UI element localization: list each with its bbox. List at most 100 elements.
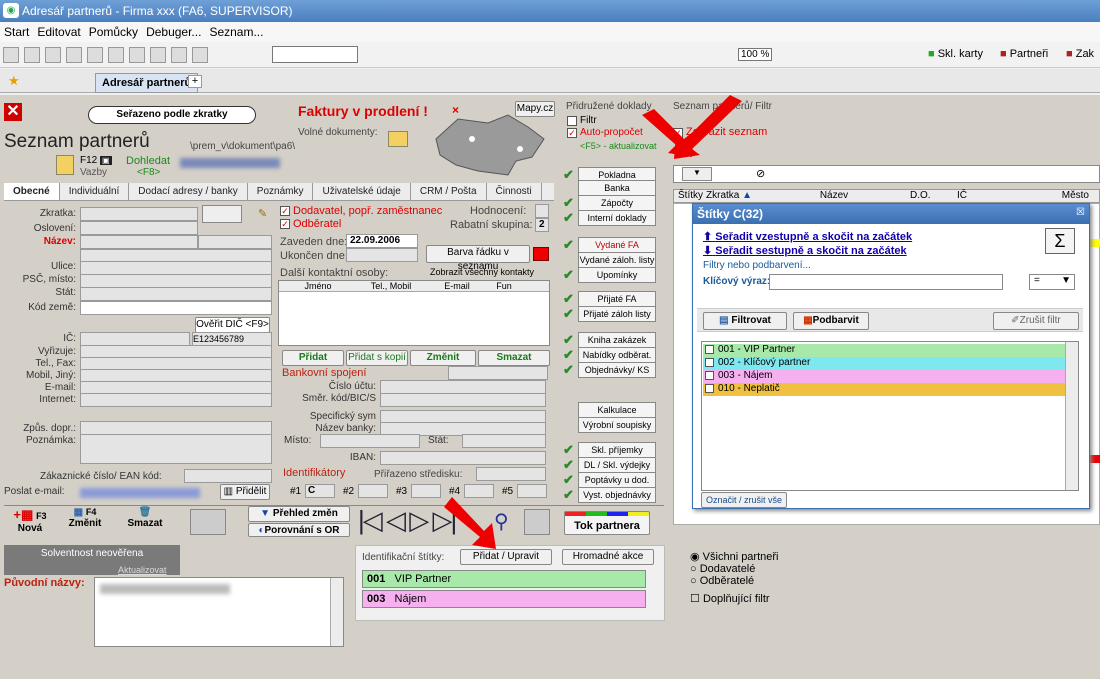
psc-field[interactable]	[80, 274, 272, 288]
customer-checkbox[interactable]: ✓	[280, 219, 290, 229]
bank-state-field[interactable]	[462, 434, 546, 448]
cancel-filter-button[interactable]: ✐Zrušit filtr	[993, 312, 1079, 330]
tag-checkbox[interactable]	[705, 358, 714, 367]
assigned-tag-001[interactable]: 001 VIP Partner	[362, 570, 646, 588]
tab-poznamky[interactable]: Poznámky	[248, 183, 314, 200]
keyword-input[interactable]	[769, 274, 1003, 290]
mark-all-button[interactable]: Označit / zrušit vše	[701, 492, 787, 508]
favorite-star-icon[interactable]: ★	[8, 73, 20, 89]
kod-zeme-select[interactable]	[80, 301, 272, 315]
discount-field[interactable]: 2	[535, 218, 549, 232]
operator-select[interactable]: = ▼	[1029, 274, 1075, 290]
side-button-6[interactable]: Upomínky	[578, 267, 656, 283]
id1-field[interactable]: C	[305, 484, 335, 498]
col-mesto[interactable]: Město	[990, 190, 1099, 202]
link-skl-karty[interactable]: ■ Skl. karty	[928, 48, 983, 60]
verify-dic-button[interactable]: Ověřit DIČ <F9>	[195, 317, 270, 333]
contacts-table[interactable]: Jméno Tel., Mobil E-mail Fun	[278, 280, 550, 346]
tab-cinnosti[interactable]: Činnosti	[487, 183, 542, 200]
bank-code-field[interactable]	[380, 393, 546, 407]
nazev-field-2[interactable]	[198, 235, 272, 249]
radio-customers[interactable]: ○ Odběratelé	[690, 575, 779, 587]
contact-add-copy-button[interactable]: Přidat s kopií	[346, 350, 408, 366]
side-button-7[interactable]: Přijaté FA	[578, 291, 656, 307]
show-list-checkbox[interactable]: ✓	[673, 128, 683, 138]
compare-or-button[interactable]: ◐Porovnání s OR	[248, 523, 350, 537]
ended-field[interactable]	[346, 248, 418, 262]
dic-field[interactable]: E123456789	[192, 332, 272, 346]
zoom-field[interactable]: 100 %	[738, 48, 773, 61]
toolbar-combo[interactable]	[272, 46, 358, 63]
row-color-button[interactable]: Barva řádku v seznamu	[426, 245, 530, 272]
col-zkratka[interactable]: Zkratka ▲	[700, 190, 758, 202]
side-button-12[interactable]: Kalkulace	[578, 402, 656, 418]
side-button-10[interactable]: Nabídky odběrat.	[578, 347, 656, 363]
col-o[interactable]: O.	[920, 190, 934, 202]
tags-filter-dropdown[interactable]: ▼	[682, 167, 712, 181]
supplier-checkbox[interactable]: ✓	[280, 206, 290, 216]
contact-edit-button[interactable]: Změnit	[410, 350, 476, 366]
partner-flow-button[interactable]: Tok partnera	[564, 511, 650, 535]
menu-item-4[interactable]: Seznam...	[205, 22, 267, 42]
menu-item-1[interactable]: Editovat	[33, 22, 84, 42]
zkratka-field[interactable]	[80, 207, 198, 221]
link-partneri[interactable]: ■ Partneři	[1000, 48, 1048, 60]
list-filter-row[interactable]	[673, 165, 1100, 183]
new-tab-button[interactable]: +	[188, 75, 202, 88]
sort-desc-link[interactable]: ⬇ Seřadit sestupně a skočit na začátek	[703, 244, 907, 257]
tab-crm[interactable]: CRM / Pošta	[411, 183, 487, 200]
save-icon[interactable]	[45, 47, 61, 63]
redo-icon[interactable]	[192, 47, 208, 63]
tab-individualni[interactable]: Individuální	[60, 183, 130, 200]
undo-icon[interactable]	[171, 47, 187, 63]
contact-delete-button[interactable]: Smazat	[478, 350, 550, 366]
color-button[interactable]: ▦Podbarvit	[793, 312, 869, 330]
auto-calc-checkbox[interactable]: ✓	[567, 128, 577, 138]
bank-place-field[interactable]	[320, 434, 420, 448]
contact-add-button[interactable]: Přidat	[282, 350, 344, 366]
nazev-field[interactable]	[80, 235, 198, 249]
tag-checkbox[interactable]	[705, 384, 714, 393]
side-button-8[interactable]: Přijaté záloh listy	[578, 306, 656, 322]
dohledat-link[interactable]: Dohledat	[126, 155, 170, 167]
tab-uzivatelske[interactable]: Uživatelské údaje	[313, 183, 411, 200]
copy-icon[interactable]	[129, 47, 145, 63]
cut-icon[interactable]	[108, 47, 124, 63]
preview-icon[interactable]	[87, 47, 103, 63]
bank-extra-field[interactable]	[448, 366, 548, 380]
delete-button[interactable]: 🗑 Smazat	[120, 507, 170, 537]
since-field[interactable]: 22.09.2006	[346, 234, 418, 248]
old-names-scrollbar[interactable]	[330, 578, 343, 646]
f12-icon[interactable]: ▣	[100, 156, 112, 165]
col-ic[interactable]: IČ	[934, 190, 990, 202]
poznamka-field[interactable]	[80, 434, 272, 464]
sort-asc-link[interactable]: ⬆ Seřadit vzestupně a skočit na začátek	[703, 230, 912, 243]
menu-item-0[interactable]: Start	[0, 22, 33, 42]
filter-checkbox[interactable]	[567, 116, 577, 126]
id5-field[interactable]	[517, 484, 547, 498]
side-button-13[interactable]: Výrobní soupisky	[578, 417, 656, 433]
side-button-16[interactable]: Poptávky u dod.	[578, 472, 656, 488]
tag-option-010[interactable]: 010 - Neplatič	[703, 383, 1065, 396]
new-button[interactable]: +▦ F3 Nová	[8, 507, 52, 537]
show-all-contacts-link[interactable]: Zobrazit všechny kontakty	[430, 267, 534, 277]
tags-add-edit-button[interactable]: Přidat / Upravit	[460, 549, 552, 565]
iban-field[interactable]	[380, 451, 546, 465]
search-icon[interactable]: ⚲	[494, 509, 520, 535]
side-button-17[interactable]: Vyst. objednávky	[578, 487, 656, 503]
extra-filter-checkbox[interactable]: ☐ Doplňující filtr	[690, 593, 779, 605]
radio-suppliers[interactable]: ○ Dodavatelé	[690, 563, 779, 575]
tag-option-002[interactable]: 002 - Klíčový partner	[703, 357, 1065, 370]
stredisko-field[interactable]	[476, 467, 546, 481]
last-record-icon[interactable]: ▷|	[432, 505, 457, 535]
id2-field[interactable]	[358, 484, 388, 498]
filter-button[interactable]: ▤ Filtrovat	[703, 312, 787, 330]
changes-button[interactable]: ▼ Přehled změn	[248, 506, 350, 522]
tag-checkbox[interactable]	[705, 371, 714, 380]
assign-button[interactable]: ▥ Přidělit	[220, 484, 270, 500]
doprava-field[interactable]	[80, 421, 272, 435]
assigned-tag-003[interactable]: 003 Nájem	[362, 590, 646, 608]
stat-field[interactable]	[80, 287, 272, 301]
open-icon[interactable]	[24, 47, 40, 63]
edit-button[interactable]: ▦ F4 Změnit	[60, 507, 110, 537]
